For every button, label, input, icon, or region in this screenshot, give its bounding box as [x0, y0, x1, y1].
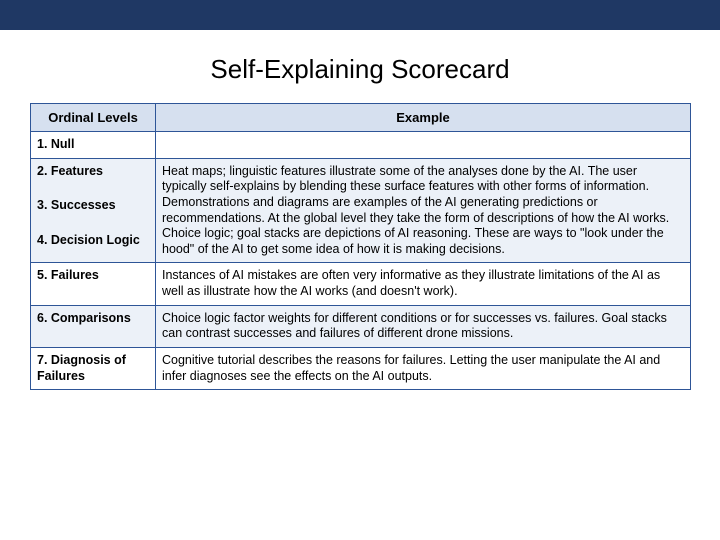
row-label-comparisons: 6. Comparisons: [31, 305, 156, 347]
row-example-merged: Heat maps; linguistic features illustrat…: [156, 158, 691, 263]
table-row: 7. Diagnosis of Failures Cognitive tutor…: [31, 347, 691, 389]
header-ordinal: Ordinal Levels: [31, 104, 156, 132]
row-example-failures: Instances of AI mistakes are often very …: [156, 263, 691, 305]
row-label-successes: 3. Successes: [31, 193, 156, 227]
row-example-diagnosis: Cognitive tutorial describes the reasons…: [156, 347, 691, 389]
row-example-null: [156, 132, 691, 159]
header-example: Example: [156, 104, 691, 132]
row-label-decision-logic: 4. Decision Logic: [31, 228, 156, 263]
row-label-failures: 5. Failures: [31, 263, 156, 305]
scorecard-table-wrap: Ordinal Levels Example 1. Null 2. Featur…: [30, 103, 690, 390]
table-row: 5. Failures Instances of AI mistakes are…: [31, 263, 691, 305]
table-header-row: Ordinal Levels Example: [31, 104, 691, 132]
row-example-comparisons: Choice logic factor weights for differen…: [156, 305, 691, 347]
table-row: 2. Features Heat maps; linguistic featur…: [31, 158, 691, 193]
page-title: Self-Explaining Scorecard: [0, 54, 720, 85]
row-label-diagnosis: 7. Diagnosis of Failures: [31, 347, 156, 389]
table-row: 6. Comparisons Choice logic factor weigh…: [31, 305, 691, 347]
slide-topbar: [0, 0, 720, 30]
row-label-null: 1. Null: [31, 132, 156, 159]
table-row: 1. Null: [31, 132, 691, 159]
scorecard-table: Ordinal Levels Example 1. Null 2. Featur…: [30, 103, 691, 390]
row-label-features: 2. Features: [31, 158, 156, 193]
